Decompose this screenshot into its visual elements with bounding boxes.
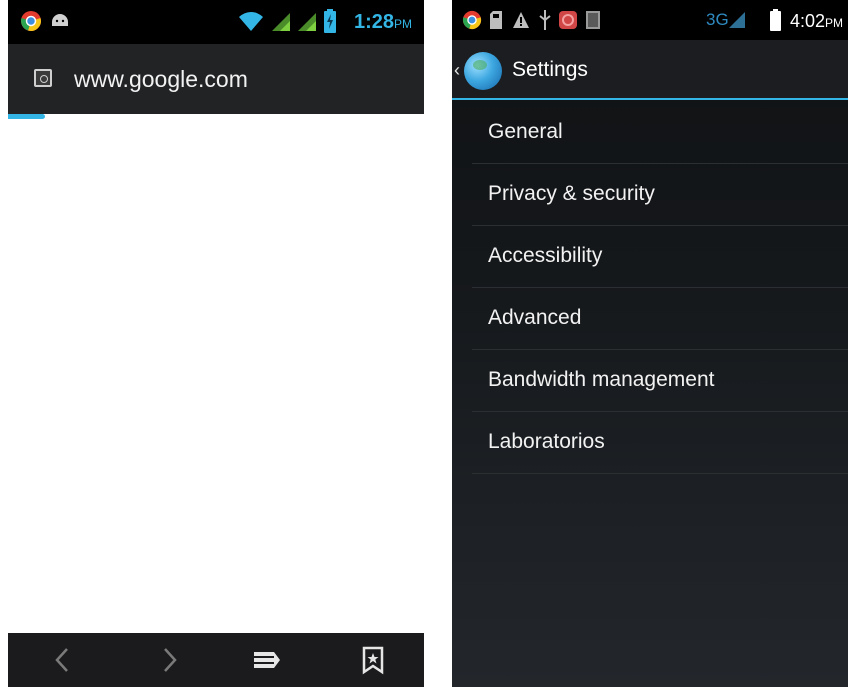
forward-icon[interactable] — [154, 645, 184, 675]
action-bar[interactable]: ‹ Settings — [452, 40, 848, 100]
settings-item-laboratorios[interactable]: Laboratorios — [472, 412, 848, 474]
settings-item-label: General — [488, 120, 563, 143]
signal-icon — [298, 13, 316, 31]
signal-icon — [729, 12, 745, 28]
settings-item-label: Bandwidth management — [488, 368, 715, 391]
status-bar: 1:28PM — [8, 0, 424, 44]
signal-icon — [272, 13, 290, 31]
bookmark-icon[interactable] — [358, 645, 388, 675]
notification-icon — [586, 11, 600, 29]
back-icon[interactable] — [48, 645, 78, 675]
settings-item-advanced[interactable]: Advanced — [472, 288, 848, 350]
settings-item-label: Privacy & security — [488, 182, 655, 205]
status-time: 1:28PM — [354, 11, 412, 34]
url-bar[interactable]: www.google.com — [8, 44, 424, 114]
status-bar: 3G 4:02PM — [452, 0, 848, 40]
settings-item-label: Laboratorios — [488, 430, 605, 453]
chevron-left-icon[interactable]: ‹ — [454, 60, 460, 81]
url-text[interactable]: www.google.com — [74, 66, 248, 93]
status-time: 4:02PM — [790, 11, 843, 32]
settings-item-privacy-security[interactable]: Privacy & security — [472, 164, 848, 226]
settings-item-general[interactable]: General — [472, 102, 848, 164]
status-time-value: 4:02 — [790, 11, 826, 31]
network-type: 3G — [706, 10, 729, 29]
status-time-ampm: PM — [825, 16, 844, 30]
tabs-icon[interactable] — [252, 645, 282, 675]
wifi-icon — [239, 12, 263, 31]
app-icon — [559, 11, 577, 29]
chrome-icon — [462, 10, 482, 30]
globe-icon[interactable] — [464, 52, 502, 90]
page-load-progress-fill — [8, 114, 46, 119]
battery-icon — [770, 9, 781, 31]
bottom-toolbar — [8, 633, 424, 687]
settings-item-accessibility[interactable]: Accessibility — [472, 226, 848, 288]
browser-screen: 1:28PM www.google.com — [8, 0, 424, 687]
warning-icon — [513, 12, 529, 28]
settings-menu: General Privacy & security Accessibility… — [472, 102, 848, 474]
settings-item-label: Accessibility — [488, 244, 603, 267]
status-time-value: 1:28 — [353, 11, 394, 33]
page-icon — [34, 69, 52, 87]
android-icon — [52, 14, 68, 26]
usb-icon — [539, 10, 551, 30]
settings-item-bandwidth-management[interactable]: Bandwidth management — [472, 350, 848, 412]
battery-icon — [324, 9, 336, 33]
sd-card-icon — [490, 11, 502, 29]
page-title: Settings — [512, 58, 588, 81]
settings-item-label: Advanced — [488, 306, 582, 329]
settings-screen: 3G 4:02PM ‹ Settings General Privacy & s… — [452, 0, 848, 687]
chrome-icon — [21, 11, 41, 31]
status-time-ampm: PM — [394, 17, 412, 31]
page-load-progress-bar — [8, 114, 424, 120]
